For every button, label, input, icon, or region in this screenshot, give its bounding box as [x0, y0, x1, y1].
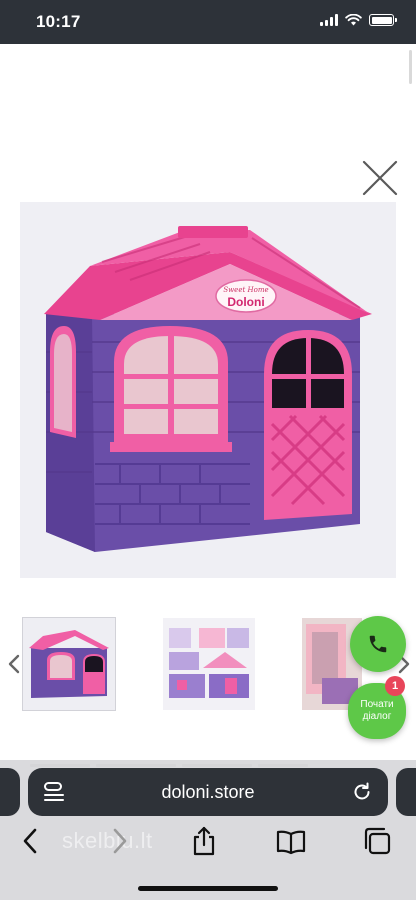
thumbnail-parts-image — [169, 628, 249, 698]
address-bar[interactable]: doloni.store — [28, 768, 388, 816]
chevron-left-icon — [8, 654, 20, 674]
reload-icon[interactable] — [350, 780, 374, 804]
logo-script-text: Sweet Home — [223, 286, 268, 294]
back-icon — [23, 828, 37, 854]
url-text: doloni.store — [161, 782, 255, 802]
call-button[interactable] — [350, 616, 406, 672]
cellular-signal-icon — [320, 14, 338, 26]
chat-label-line2: діалог — [362, 711, 392, 722]
next-tab-edge[interactable] — [396, 768, 416, 816]
share-icon — [193, 826, 215, 856]
battery-icon — [369, 14, 397, 26]
tabs-button[interactable] — [360, 824, 394, 858]
logo-text: Doloni — [227, 295, 264, 309]
status-time: 10:17 — [36, 12, 81, 31]
forward-button[interactable] — [102, 824, 136, 858]
thumbnail-house-image — [29, 630, 109, 698]
thumbnail-house[interactable] — [22, 617, 116, 711]
wifi-icon — [345, 14, 362, 26]
back-button[interactable] — [14, 824, 48, 858]
scrollbar[interactable] — [409, 50, 412, 84]
close-icon — [362, 160, 398, 196]
phone-icon — [369, 635, 387, 653]
playhouse-illustration: Sweet Home Doloni — [44, 226, 372, 552]
bookmarks-button[interactable] — [274, 824, 308, 858]
main-product-image: Sweet Home Doloni — [20, 202, 396, 578]
bookmarks-icon — [276, 830, 306, 855]
notification-badge: 1 — [385, 676, 405, 696]
forward-icon — [113, 828, 127, 854]
previous-tab-edge[interactable] — [0, 768, 20, 816]
chat-label-line1: Почати — [360, 699, 394, 710]
close-button[interactable] — [360, 158, 400, 198]
tabs-icon — [364, 827, 391, 855]
status-icons — [320, 14, 397, 26]
thumbnail-parts[interactable] — [163, 618, 255, 710]
screen: 10:17 Sweet Home Doloni Почати діалог 1 … — [0, 0, 416, 900]
share-button[interactable] — [187, 824, 221, 858]
status-bar: 10:17 — [0, 0, 416, 44]
carousel-prev-button[interactable] — [6, 652, 22, 676]
home-indicator[interactable] — [138, 886, 278, 891]
